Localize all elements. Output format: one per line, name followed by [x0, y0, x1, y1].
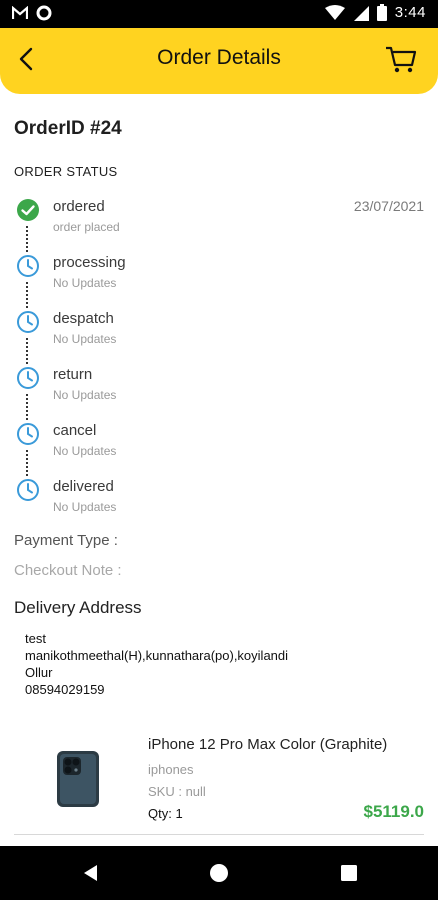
battery-icon — [376, 4, 387, 21]
notification-circle-icon — [36, 5, 52, 21]
timeline-connector — [26, 338, 28, 364]
timeline-label: despatch — [53, 310, 114, 327]
timeline-sub: order placed — [53, 220, 120, 234]
timeline-label: processing — [53, 254, 126, 271]
timeline-sub: No Updates — [53, 388, 117, 402]
timeline-sub: No Updates — [53, 500, 117, 514]
page-title: Order Details — [157, 46, 281, 69]
timeline-sub: No Updates — [53, 444, 117, 458]
delivery-address-title: Delivery Address — [14, 598, 142, 617]
timeline-connector — [26, 282, 28, 308]
product-sku: SKU : null — [148, 784, 206, 799]
timeline-item-ordered: ordered order placed 23/07/2021 — [14, 198, 424, 254]
product-category: iphones — [148, 762, 194, 777]
product-price: $5119.0 — [363, 802, 424, 821]
timeline-item-cancel: cancel No Updates — [14, 422, 424, 478]
address-street: manikothmeethal(H),kunnathara(po),koyila… — [25, 648, 289, 663]
timeline-item-despatch: despatch No Updates — [14, 310, 424, 366]
timeline-label: delivered — [53, 478, 114, 495]
clock-icon — [17, 479, 39, 501]
timeline-connector — [26, 226, 28, 252]
order-status-heading: ORDER STATUS — [14, 164, 118, 179]
product-name: iPhone 12 Pro Max Color (Graphite) — [148, 736, 388, 753]
timeline-item-processing: processing No Updates — [14, 254, 424, 310]
divider — [14, 834, 424, 835]
payment-type-label: Payment Type : — [14, 532, 118, 549]
gmail-icon — [12, 6, 28, 19]
status-bar: 3:44 — [0, 0, 438, 28]
checkout-note-label: Checkout Note : — [14, 562, 122, 579]
clock-time: 3:44 — [394, 4, 426, 21]
product-image — [57, 751, 99, 807]
timeline-item-delivered: delivered No Updates — [14, 478, 424, 534]
product-qty: Qty: 1 — [148, 806, 183, 821]
address-name: test — [25, 631, 46, 646]
clock-icon — [17, 423, 39, 445]
system-nav-bar — [0, 846, 438, 900]
app-bar: Order Details — [0, 28, 438, 94]
delivery-address: test manikothmeethal(H),kunnathara(po),k… — [25, 630, 288, 698]
wifi-icon — [324, 4, 345, 20]
clock-icon — [17, 255, 39, 277]
timeline-connector — [26, 450, 28, 476]
timeline-sub: No Updates — [53, 332, 117, 346]
clock-icon — [17, 367, 39, 389]
recents-square-icon[interactable] — [338, 862, 360, 884]
signal-icon — [353, 5, 369, 21]
back-triangle-icon[interactable] — [80, 862, 102, 884]
timeline-date: 23/07/2021 — [353, 198, 424, 214]
timeline-connector — [26, 394, 28, 420]
cart-icon[interactable] — [384, 42, 418, 76]
timeline-label: ordered — [53, 198, 105, 215]
timeline-sub: No Updates — [53, 276, 117, 290]
home-circle-icon[interactable] — [208, 862, 230, 884]
address-phone: 08594029159 — [25, 682, 105, 697]
clock-icon — [17, 311, 39, 333]
order-id: OrderID #24 — [14, 118, 122, 139]
address-city: Ollur — [25, 665, 53, 680]
timeline-label: return — [53, 366, 93, 383]
timeline-item-return: return No Updates — [14, 366, 424, 422]
product-card[interactable]: iPhone 12 Pro Max Color (Graphite) iphon… — [0, 728, 438, 838]
check-circle-icon — [17, 199, 39, 221]
timeline-label: cancel — [53, 422, 97, 439]
